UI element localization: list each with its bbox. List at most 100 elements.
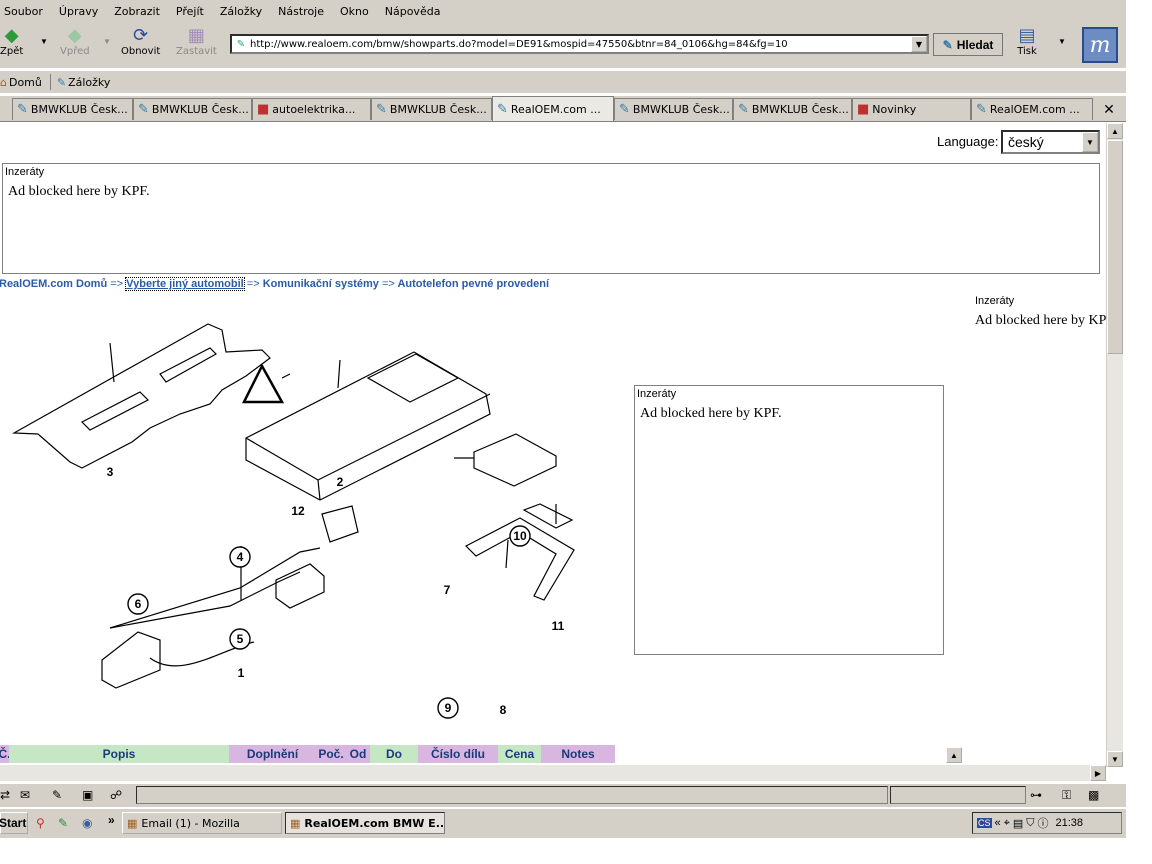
chat-icon[interactable]: ☍ <box>110 788 122 802</box>
bookmark-home[interactable]: ⌂ Domů <box>0 76 50 89</box>
horizontal-scrollbar[interactable]: ▶ <box>0 765 1106 781</box>
navigator-icon[interactable]: ⇄ <box>0 788 10 802</box>
language-select[interactable]: český ▼ <box>1001 130 1100 154</box>
language-label: Language: <box>937 134 999 149</box>
scroll-right-icon[interactable]: ▶ <box>1090 765 1106 781</box>
tab-favicon-icon: ✎ <box>497 101 508 117</box>
tab-item[interactable]: ■ Novinky <box>852 98 971 120</box>
print-button[interactable]: ▤ Tisk <box>1016 24 1038 58</box>
mozilla-icon: ▦ <box>127 816 138 830</box>
tab-item-active[interactable]: ✎ RealOEM.com ... <box>492 96 614 121</box>
info-icon[interactable]: ⓘ <box>1038 815 1049 831</box>
scroll-thumb[interactable] <box>1107 140 1123 354</box>
monitor-icon[interactable]: ▤ <box>1013 817 1023 830</box>
menu-edit[interactable]: Úpravy <box>51 5 106 18</box>
chevron-more-icon[interactable]: » <box>108 813 115 827</box>
task-email[interactable]: ▦ Email (1) - Mozilla <box>122 812 282 834</box>
th-number[interactable]: Č. <box>0 745 11 763</box>
taskbar: Start ⚲ ✎ ◉ » ▦ Email (1) - Mozilla ▦ Re… <box>0 808 1126 838</box>
th-from[interactable]: Od <box>346 745 370 763</box>
scroll-up-icon[interactable]: ▲ <box>1107 123 1123 139</box>
forward-arrow-icon: ◆ <box>67 24 82 46</box>
th-part-number[interactable]: Číslo dílu <box>418 745 498 763</box>
online-status-icon[interactable]: ⊶ <box>1030 788 1042 802</box>
warning-label-part <box>241 363 285 404</box>
parts-diagram[interactable]: 3 2 12 6 4 5 10 7 11 1 8 9 4 10 9 6 5 00… <box>0 310 600 720</box>
th-description[interactable]: Popis <box>9 745 229 763</box>
th-supplement[interactable]: Doplnění <box>229 745 316 763</box>
breadcrumb-select-vehicle-link[interactable]: Vyberte jiný automobil <box>125 277 245 291</box>
th-notes[interactable]: Notes <box>541 745 615 763</box>
print-dropdown-icon[interactable]: ▼ <box>1058 37 1066 46</box>
start-button[interactable]: Start <box>0 812 28 834</box>
callout-number: 10 <box>513 529 527 543</box>
vertical-scrollbar[interactable]: ▲ ▼ <box>1106 123 1123 767</box>
forward-label: Vpřed <box>60 46 90 57</box>
composer-icon[interactable]: ✎ <box>52 788 62 802</box>
quicklaunch-icon[interactable]: ✎ <box>58 816 68 830</box>
menu-go[interactable]: Přejít <box>168 5 212 18</box>
mail-icon[interactable]: ✉ <box>20 788 30 802</box>
task-active-label: RealOEM.com BMW E... <box>304 816 445 830</box>
page-icon: ✎ <box>236 38 246 50</box>
tab-item[interactable]: ✎ BMWKLUB Česk... <box>614 98 733 120</box>
tab-item[interactable]: ✎ BMWKLUB Česk... <box>12 98 133 120</box>
bookmark-bookmarks[interactable]: ✎ Záložky <box>57 76 119 89</box>
address-book-icon[interactable]: ▣ <box>82 788 93 802</box>
url-bar[interactable]: ✎ http://www.realoem.com/bmw/showparts.d… <box>230 34 929 54</box>
ad-box-top: Inzeráty Ad blocked here by KPF. <box>2 163 1100 274</box>
url-history-dropdown-icon[interactable]: ▼ <box>911 36 927 52</box>
quicklaunch-icon[interactable]: ⚲ <box>36 816 45 830</box>
tab-item[interactable]: ■ autoelektrika... <box>252 98 371 120</box>
network-icon[interactable]: ⌖ <box>1004 817 1010 830</box>
menu-tools[interactable]: Nástroje <box>270 5 332 18</box>
parts-table-header: Č. Popis Doplnění Poč. Od Do Číslo dílu … <box>0 745 615 763</box>
menu-bookmarks[interactable]: Záložky <box>212 5 270 18</box>
tab-item[interactable]: ✎ RealOEM.com ... <box>971 98 1093 120</box>
control-unit-part <box>245 351 491 501</box>
inner-scroll-up-icon[interactable]: ▲ <box>946 747 962 763</box>
breadcrumb-home-link[interactable]: RealOEM.com Domů <box>0 278 107 290</box>
reload-button[interactable]: ⟳ Obnovit <box>121 24 161 58</box>
popup-icon[interactable]: ▩ <box>1088 788 1099 802</box>
url-text[interactable]: http://www.realoem.com/bmw/showparts.do?… <box>250 39 788 50</box>
search-button[interactable]: ✎ Hledat <box>933 33 1003 56</box>
menu-help[interactable]: Nápověda <box>377 5 449 18</box>
chevron-down-icon[interactable]: ▼ <box>1082 132 1098 152</box>
menu-view[interactable]: Zobrazit <box>106 5 168 18</box>
quicklaunch-icon[interactable]: ◉ <box>82 816 92 830</box>
callout-number: 1 <box>238 666 245 680</box>
language-value: český <box>1008 134 1044 150</box>
breadcrumb-group-link[interactable]: Komunikační systémy <box>263 278 379 290</box>
back-arrow-icon: ◆ <box>4 24 19 46</box>
stop-button[interactable]: ▦ Zastavit <box>176 24 217 58</box>
callout-number: 12 <box>291 504 305 518</box>
tab-item[interactable]: ✎ BMWKLUB Česk... <box>371 98 492 120</box>
shield-icon[interactable]: ⛉ <box>1026 817 1034 830</box>
toolbar-divider <box>49 74 51 90</box>
close-tab-icon[interactable]: ✕ <box>1099 99 1119 119</box>
tab-item[interactable]: ✎ BMWKLUB Česk... <box>133 98 252 120</box>
scroll-down-icon[interactable]: ▼ <box>1107 751 1123 767</box>
th-to[interactable]: Do <box>370 745 418 763</box>
keyboard-layout-icon[interactable]: CS <box>977 818 992 828</box>
menu-window[interactable]: Okno <box>332 5 377 18</box>
tab-favicon-icon: ■ <box>857 102 870 117</box>
menu-bar: Soubor Úpravy Zobrazit Přejít Záložky Ná… <box>0 0 1126 22</box>
bookmarks-icon: ✎ <box>56 75 67 89</box>
th-quantity[interactable]: Poč. <box>316 745 346 763</box>
breadcrumb-subgroup-link[interactable]: Autotelefon pevné provedení <box>397 278 549 290</box>
back-dropdown-icon[interactable]: ▼ <box>40 37 48 46</box>
chevron-left-icon[interactable]: « <box>995 817 1001 829</box>
stop-label: Zastavit <box>176 46 217 57</box>
task-active-browser[interactable]: ▦ RealOEM.com BMW E... <box>285 812 445 834</box>
tab-item[interactable]: ✎ BMWKLUB Česk... <box>733 98 852 120</box>
tab-label: BMWKLUB Česk... <box>151 103 249 116</box>
forward-dropdown-icon[interactable]: ▼ <box>103 37 111 46</box>
reload-label: Obnovit <box>121 46 161 57</box>
back-button[interactable]: ◆ Zpět <box>0 24 23 58</box>
menu-file[interactable]: Soubor <box>0 5 51 18</box>
forward-button[interactable]: ◆ Vpřed <box>60 24 90 58</box>
th-price[interactable]: Cena <box>498 745 541 763</box>
callout-number: 2 <box>337 475 344 489</box>
